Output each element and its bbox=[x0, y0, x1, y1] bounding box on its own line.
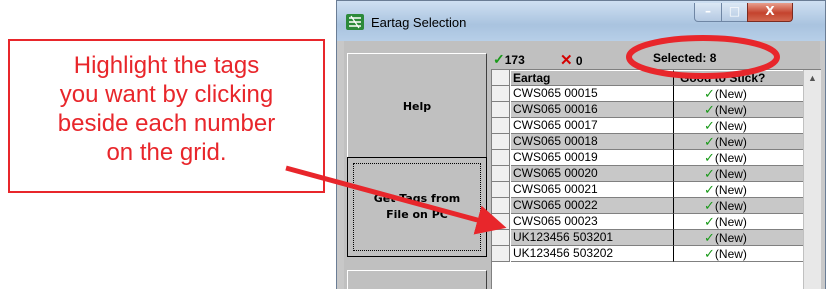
check-icon: ✓ bbox=[704, 150, 715, 165]
status-text: (New) bbox=[714, 119, 747, 133]
check-icon: ✓ bbox=[704, 230, 715, 245]
table-row[interactable]: CWS065 00016 ✓(New) bbox=[492, 102, 804, 118]
table-row[interactable]: CWS065 00018 ✓(New) bbox=[492, 134, 804, 150]
row-select-cell[interactable] bbox=[492, 86, 510, 102]
eartag-cell: CWS065 00019 bbox=[511, 150, 674, 166]
row-select-cell[interactable] bbox=[492, 182, 510, 198]
check-icon: ✓ bbox=[704, 198, 715, 213]
status-text: (New) bbox=[714, 87, 747, 101]
eartag-cell: UK123456 503202 bbox=[511, 246, 674, 262]
check-icon: ✓ bbox=[704, 246, 715, 261]
title-bar[interactable]: Eartag Selection – □ X bbox=[337, 1, 825, 41]
good-count: ✓173 bbox=[493, 51, 525, 68]
check-icon: ✓ bbox=[704, 102, 715, 117]
window-client-area: Help Get Tags from File on PC ✓173 ✕ 0 S… bbox=[344, 41, 821, 289]
table-row[interactable]: CWS065 00022 ✓(New) bbox=[492, 198, 804, 214]
good-to-stick-cell: ✓(New) bbox=[674, 182, 804, 198]
scroll-up-arrow-icon[interactable]: ▲ bbox=[804, 70, 821, 87]
check-icon: ✓ bbox=[704, 182, 715, 197]
good-to-stick-cell: ✓(New) bbox=[674, 166, 804, 182]
window-title: Eartag Selection bbox=[371, 15, 467, 30]
good-to-stick-cell: ✓(New) bbox=[674, 246, 804, 262]
table-row[interactable]: CWS065 00017 ✓(New) bbox=[492, 118, 804, 134]
good-to-stick-cell: ✓(New) bbox=[674, 214, 804, 230]
good-to-stick-cell: ✓(New) bbox=[674, 134, 804, 150]
eartag-cell: CWS065 00018 bbox=[511, 134, 674, 150]
column-header-good-to-stick[interactable]: Good to Stick? bbox=[674, 70, 804, 86]
status-text: (New) bbox=[714, 151, 747, 165]
status-text: (New) bbox=[714, 215, 747, 229]
callout-line: on the grid. bbox=[106, 139, 227, 166]
row-select-cell[interactable] bbox=[492, 198, 510, 214]
table-row[interactable]: CWS065 00019 ✓(New) bbox=[492, 150, 804, 166]
eartag-grid[interactable]: Eartag Good to Stick? CWS065 00015 ✓(New)… bbox=[491, 69, 821, 289]
row-select-cell[interactable] bbox=[492, 230, 510, 246]
good-to-stick-cell: ✓(New) bbox=[674, 102, 804, 118]
header-select-cell[interactable] bbox=[492, 70, 510, 86]
good-to-stick-cell: ✓(New) bbox=[674, 118, 804, 134]
focus-rectangle bbox=[353, 163, 481, 251]
status-text: (New) bbox=[714, 135, 747, 149]
column-header-eartag[interactable]: Eartag bbox=[511, 70, 674, 86]
bad-count: ✕ 0 bbox=[560, 51, 583, 69]
good-to-stick-cell: ✓(New) bbox=[674, 230, 804, 246]
check-icon: ✓ bbox=[704, 86, 715, 101]
table-row[interactable]: CWS065 00015 ✓(New) bbox=[492, 86, 804, 102]
check-icon: ✓ bbox=[704, 118, 715, 133]
status-text: (New) bbox=[714, 199, 747, 213]
close-button[interactable]: X bbox=[747, 3, 793, 22]
eartag-cell: CWS065 00022 bbox=[511, 198, 674, 214]
callout-line: Highlight the tags bbox=[73, 52, 260, 79]
check-icon: ✓ bbox=[704, 166, 715, 181]
minimize-button[interactable]: – bbox=[694, 3, 722, 22]
callout-line: you want by clicking bbox=[59, 81, 274, 108]
table-row[interactable]: UK123456 503201 ✓(New) bbox=[492, 230, 804, 246]
eartag-cell: CWS065 00016 bbox=[511, 102, 674, 118]
eartag-app-icon bbox=[345, 13, 365, 31]
callout-line: beside each number bbox=[57, 110, 276, 137]
row-select-cell[interactable] bbox=[492, 246, 510, 262]
row-select-cell[interactable] bbox=[492, 150, 510, 166]
status-text: (New) bbox=[714, 103, 747, 117]
check-icon: ✓ bbox=[704, 134, 715, 149]
table-row[interactable]: CWS065 00023 ✓(New) bbox=[492, 214, 804, 230]
row-select-cell[interactable] bbox=[492, 166, 510, 182]
instruction-callout: Highlight the tags you want by clicking … bbox=[8, 39, 325, 193]
status-text: (New) bbox=[714, 247, 747, 261]
table-row[interactable]: UK123456 503202 ✓(New) bbox=[492, 246, 804, 262]
status-text: (New) bbox=[714, 167, 747, 181]
status-text: (New) bbox=[714, 231, 747, 245]
good-to-stick-cell: ✓(New) bbox=[674, 150, 804, 166]
good-count-value: 173 bbox=[504, 53, 525, 67]
check-icon: ✓ bbox=[493, 51, 505, 67]
check-icon: ✓ bbox=[704, 214, 715, 229]
vertical-scrollbar[interactable]: ▲ bbox=[803, 70, 821, 289]
eartag-cell: CWS065 00017 bbox=[511, 118, 674, 134]
x-icon: ✕ bbox=[560, 52, 573, 69]
status-text: (New) bbox=[714, 183, 747, 197]
row-select-cell[interactable] bbox=[492, 118, 510, 134]
table-row[interactable]: CWS065 00020 ✓(New) bbox=[492, 166, 804, 182]
good-to-stick-cell: ✓(New) bbox=[674, 86, 804, 102]
eartag-cell: CWS065 00015 bbox=[511, 86, 674, 102]
help-button[interactable]: Help bbox=[347, 53, 487, 159]
eartag-cell: CWS065 00021 bbox=[511, 182, 674, 198]
row-select-cell[interactable] bbox=[492, 214, 510, 230]
maximize-button[interactable]: □ bbox=[721, 3, 748, 22]
eartag-selection-window: Eartag Selection – □ X Help Get Tags fro… bbox=[336, 0, 826, 289]
get-tags-from-file-button[interactable]: Get Tags from File on PC bbox=[347, 157, 487, 257]
grid-header-row: Eartag Good to Stick? bbox=[492, 70, 804, 86]
bad-count-value: 0 bbox=[575, 54, 583, 68]
table-row[interactable]: CWS065 00021 ✓(New) bbox=[492, 182, 804, 198]
selected-count: Selected: 8 bbox=[653, 51, 717, 65]
eartag-cell: CWS065 00020 bbox=[511, 166, 674, 182]
eartag-cell: UK123456 503201 bbox=[511, 230, 674, 246]
eartag-cell: CWS065 00023 bbox=[511, 214, 674, 230]
lower-side-button[interactable] bbox=[347, 270, 487, 289]
good-to-stick-cell: ✓(New) bbox=[674, 198, 804, 214]
row-select-cell[interactable] bbox=[492, 134, 510, 150]
row-select-cell[interactable] bbox=[492, 102, 510, 118]
